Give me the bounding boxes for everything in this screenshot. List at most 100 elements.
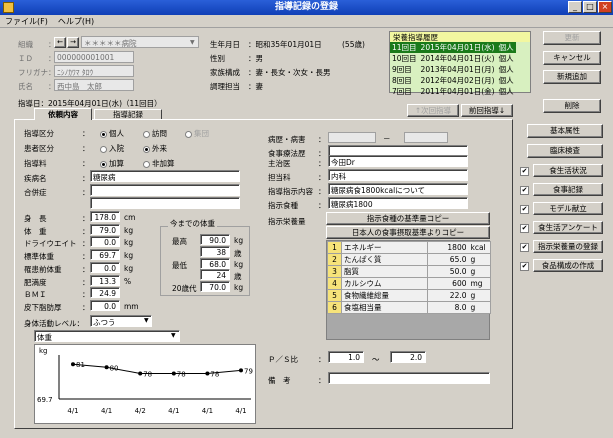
nutrient-row[interactable]: 5 食物繊維総量 22.0 g [327, 289, 491, 302]
nutrient-row[interactable]: 6 食塩相当量 8.0 g [327, 301, 491, 314]
past-weight-field[interactable]: 70.0 [200, 281, 230, 293]
nutr-label: 指示栄養量 [268, 217, 306, 226]
meal-record-button[interactable]: 食事記録 [533, 183, 603, 196]
org-prev-button[interactable]: ← [54, 37, 66, 48]
body-value-field[interactable]: 79.0 [90, 223, 120, 235]
body-value-field[interactable]: 24.9 [90, 287, 120, 299]
past-weight-unit: kg [234, 283, 244, 293]
class-group-radio[interactable]: 集団 [185, 128, 209, 139]
survey-button[interactable]: 食生活アンケート [533, 221, 603, 234]
body-label: 肥満度 [24, 277, 47, 287]
body-value-field[interactable]: 0.0 [90, 299, 120, 311]
past-weight-field[interactable]: 24 [200, 269, 230, 281]
cook-value: ：妻 [248, 82, 263, 91]
onset-field-2[interactable] [404, 132, 448, 143]
complication-field[interactable] [90, 184, 240, 196]
menu-help[interactable]: ヘルプ(H) [53, 15, 99, 28]
history-row[interactable]: 8回目 2012年04月02日(月) 個人 [390, 75, 516, 86]
radio-icon [143, 145, 150, 153]
data-point [71, 362, 75, 367]
ps-tilde: ～ [372, 355, 380, 364]
cancel-button[interactable]: キャンセル [543, 51, 601, 65]
history-date: 2013年04月01日(月) [420, 65, 495, 74]
update-button[interactable]: 更新 [543, 31, 601, 45]
instr-label: 指導指示内容 [268, 187, 313, 196]
kana-field[interactable]: ﾆｼﾉｶﾜﾏ ﾀﾛｳ [54, 65, 134, 77]
body-value-field[interactable]: 178.0 [90, 211, 120, 222]
outpatient-radio[interactable]: 外来 [143, 143, 167, 154]
composition-button[interactable]: 食品構成の作成 [533, 259, 603, 272]
copy-standard-button[interactable]: 指示食種の基準量コピー [326, 212, 490, 225]
body-value-field[interactable]: 0.0 [90, 236, 120, 248]
nutrient-no: 4 [327, 277, 342, 290]
past-weight-unit: kg [234, 236, 244, 245]
check-icon: ✔ [520, 186, 529, 195]
graph-select[interactable]: 体重 [34, 330, 180, 342]
nutrient-row[interactable]: 2 たんぱく質 65.0 g [327, 253, 491, 266]
next-visit-button[interactable]: ↑次回指導 [407, 104, 459, 117]
chevron-down-icon[interactable]: ▼ [144, 317, 149, 324]
tab-content[interactable]: 依頼内容 [34, 108, 92, 120]
food-field[interactable]: 糖尿病1800 [328, 197, 468, 209]
body-value-field[interactable]: 13.3 [90, 274, 120, 286]
new-button[interactable]: 新規追加 [543, 70, 601, 84]
check-icon: ✔ [520, 262, 529, 271]
clinical-button[interactable]: 臨床検査 [527, 144, 603, 158]
maximize-icon[interactable]: □ [583, 1, 597, 13]
past-weight-field[interactable]: 68.0 [200, 257, 230, 269]
past-weight-field[interactable]: 38 [200, 245, 230, 257]
nutrient-row[interactable]: 3 脂質 50.0 g [327, 265, 491, 278]
nutrient-name: 食塩相当量 [340, 301, 429, 314]
class-personal-radio[interactable]: 個人 [100, 128, 124, 139]
class-visit-radio[interactable]: 訪問 [143, 128, 167, 139]
copy-dri-button[interactable]: 日本人の食事摂取基準よりコピー [326, 226, 490, 239]
chevron-down-icon[interactable]: ▼ [171, 332, 176, 339]
basic-attr-button[interactable]: 基本属性 [527, 124, 603, 138]
onset-field-1[interactable] [328, 132, 376, 143]
history-row[interactable]: 10回目 2014年04月01日(火) 個人 [390, 53, 516, 64]
nutrient-row[interactable]: 4 カルシウム 600 mg [327, 277, 491, 290]
ps-from-field[interactable]: 1.0 [328, 351, 364, 363]
disease-field[interactable]: 糖尿病 [90, 170, 240, 182]
past-weight-field[interactable]: 90.0 [200, 234, 230, 245]
org-select[interactable]: ＊＊＊＊＊病院 [81, 36, 199, 48]
org-next-button[interactable]: → [67, 37, 79, 48]
chevron-down-icon[interactable]: ▼ [190, 39, 195, 46]
note-field[interactable] [328, 372, 490, 384]
close-icon[interactable]: × [598, 1, 612, 13]
body-label: 罹患前体重 [24, 264, 62, 274]
dept-field[interactable]: 内科 [328, 169, 468, 181]
life-status-button[interactable]: 食生活状況 [533, 164, 603, 177]
fee-noadd-radio[interactable]: 非加算 [143, 158, 175, 169]
history-type: 個人 [498, 87, 514, 96]
intake-register-button[interactable]: 指示栄養量の登録 [533, 240, 603, 253]
minimize-icon[interactable]: _ [568, 1, 582, 13]
history-row[interactable]: 9回目 2013年04月01日(月) 個人 [390, 64, 516, 75]
activity-select[interactable]: ふつう [90, 315, 152, 327]
body-value-field[interactable]: 69.7 [90, 249, 120, 261]
nutrient-unit: g [468, 301, 491, 314]
body-value-field[interactable]: 0.0 [90, 261, 120, 273]
menu-file[interactable]: ファイル(F) [0, 15, 53, 28]
instr-field[interactable]: 糖尿病食1800kcalについて [328, 183, 468, 195]
history-row[interactable]: 7回目 2011年04月01日(金) 個人 [390, 86, 516, 97]
x-tick-label: 4/1 [168, 407, 179, 415]
fee-add-radio[interactable]: 加算 [100, 158, 124, 169]
ps-to-field[interactable]: 2.0 [390, 351, 426, 363]
inpatient-radio[interactable]: 入院 [100, 143, 124, 154]
history-row[interactable]: 11回目 2015年04月01日(水) 個人 [390, 42, 516, 53]
check-icon: ✔ [520, 224, 529, 233]
history-list[interactable]: 栄養指導履歴 11回目 2015年04月01日(水) 個人 10回目 2014年04月0… [389, 31, 531, 96]
radio-icon [100, 160, 107, 168]
nutrient-row[interactable]: 1 エネルギー 1800 kcal [327, 241, 491, 254]
id-field[interactable]: 000000001001 [54, 51, 134, 63]
model-menu-button[interactable]: モデル献立 [533, 202, 603, 215]
nutrient-table[interactable]: 1 エネルギー 1800 kcal 2 たんぱく質 65.0 g3 脂質 50.0… [326, 240, 491, 340]
complication-field-2[interactable] [90, 197, 240, 209]
doctor-field[interactable]: 今田Dr [328, 155, 468, 167]
prev-visit-button[interactable]: 前回指導↓ [461, 104, 513, 117]
delete-button[interactable]: 削除 [543, 99, 601, 113]
body-label: ドライウエイト [24, 239, 77, 249]
name-field[interactable]: 西中島 太郎 [54, 79, 134, 91]
family-value: ：妻・長女・次女・長男 [248, 68, 331, 77]
